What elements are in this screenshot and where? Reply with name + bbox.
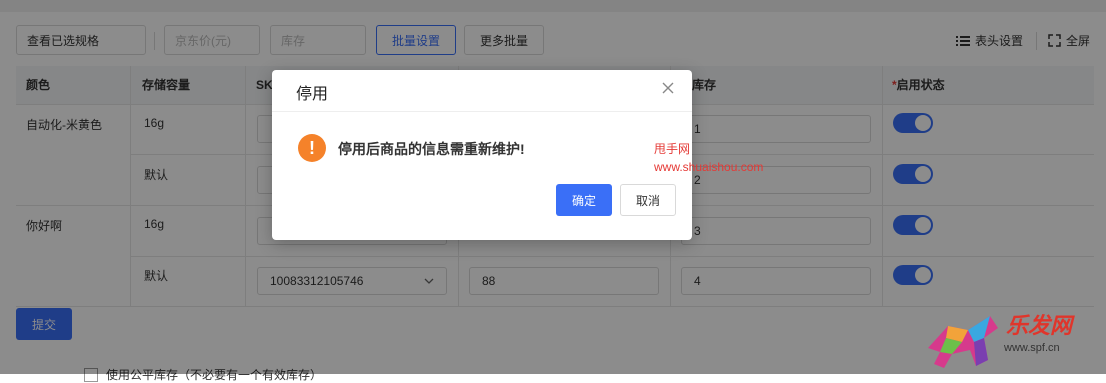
watermark-url: www.shuaishou.com <box>654 160 764 174</box>
site-logo: 乐发网 www.spf.cn <box>918 306 1106 374</box>
cancel-label: 取消 <box>635 193 660 208</box>
close-icon <box>662 82 674 94</box>
disable-confirm-dialog: 停用 ! 停用后商品的信息需重新维护! 确定 取消 <box>272 70 692 240</box>
confirm-label: 确定 <box>571 193 596 208</box>
close-button[interactable] <box>662 82 674 97</box>
bull-logo-icon <box>928 316 998 368</box>
dialog-divider <box>272 111 692 112</box>
warning-icon: ! <box>298 134 326 162</box>
logo-text: 乐发网 <box>1006 313 1073 339</box>
logo-url: www.spf.cn <box>1004 342 1060 354</box>
dialog-title: 停用 <box>296 86 329 103</box>
dialog-message: 停用后商品的信息需重新维护! <box>338 141 525 157</box>
watermark-text: 甩手网 <box>654 142 691 156</box>
cancel-button[interactable]: 取消 <box>620 184 676 216</box>
confirm-button[interactable]: 确定 <box>556 184 612 216</box>
